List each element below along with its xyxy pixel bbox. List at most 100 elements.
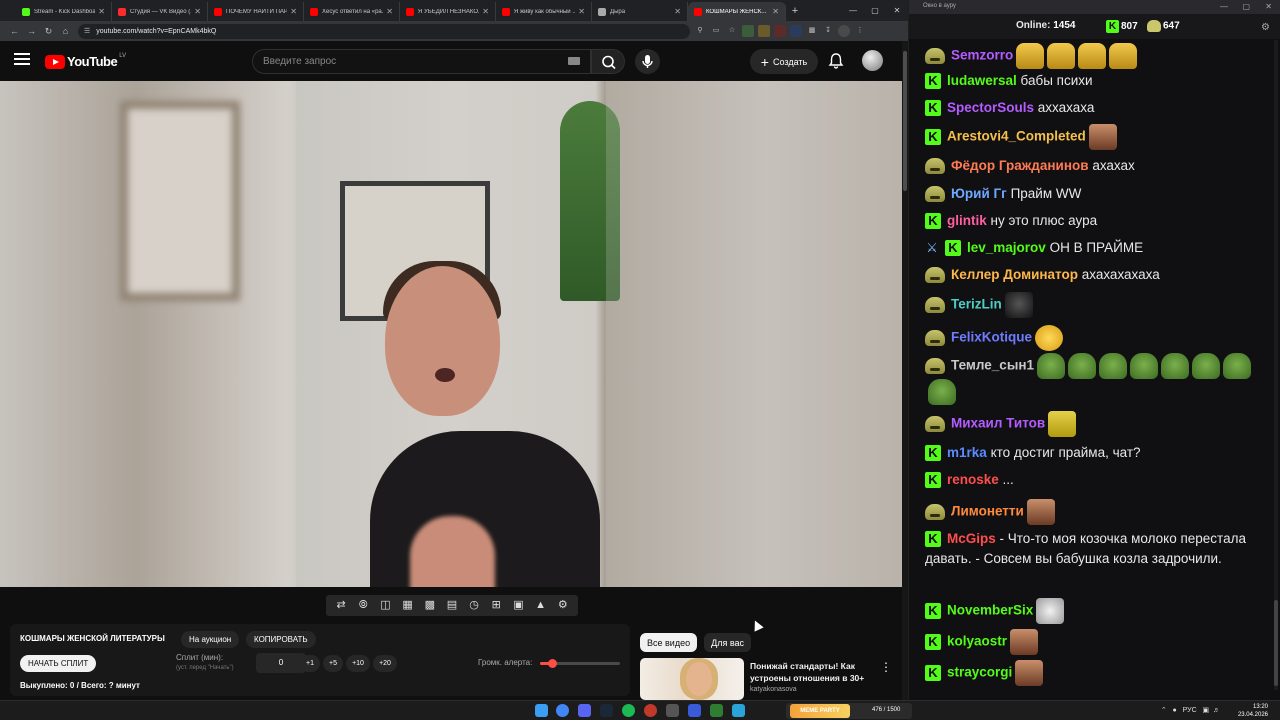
chat-scrollbar[interactable]: [1274, 40, 1278, 690]
increment-1-button[interactable]: +1: [300, 655, 320, 672]
profile-icon[interactable]: [838, 25, 850, 37]
tab-close-icon[interactable]: ✕: [482, 7, 489, 16]
chat-username[interactable]: NovemberSix: [947, 603, 1033, 618]
pepe-emote-icon[interactable]: [1161, 353, 1190, 379]
copy-button[interactable]: КОПИРОВАТЬ: [246, 631, 316, 648]
yellow-emote-icon[interactable]: [1048, 411, 1077, 437]
recommended-video-thumbnail[interactable]: [640, 658, 744, 700]
more-options-icon[interactable]: ⋮: [880, 660, 892, 674]
video-player[interactable]: [0, 81, 902, 587]
browser-tab[interactable]: Дыра ✕: [592, 2, 688, 21]
app-icon-blue[interactable]: [688, 704, 701, 717]
add-clip-icon[interactable]: ⊞: [489, 598, 504, 613]
picture-in-picture-icon[interactable]: ▩: [422, 598, 437, 613]
app-icon-gray[interactable]: [666, 704, 679, 717]
start-icon[interactable]: [535, 704, 548, 717]
chat-username[interactable]: lev_majorov: [967, 240, 1046, 255]
app-icon-green[interactable]: [710, 704, 723, 717]
subtitles-icon[interactable]: ▤: [444, 598, 459, 613]
chat-minimize-button[interactable]: —: [1220, 2, 1228, 11]
crown-emote-icon[interactable]: [1047, 43, 1076, 69]
pepe-emote-icon[interactable]: [1099, 353, 1128, 379]
youtube-logo[interactable]: YouTube LV: [45, 53, 126, 69]
chip-for-you[interactable]: Для вас: [704, 633, 751, 652]
steam-icon[interactable]: [600, 704, 613, 717]
microphone-tray-icon[interactable]: ●: [1173, 707, 1177, 714]
chat-username[interactable]: Лимонетти: [951, 504, 1024, 519]
dark-emote-icon[interactable]: [1004, 292, 1033, 318]
chat-username[interactable]: TerizLin: [951, 297, 1002, 312]
volume-icon[interactable]: ♬: [1213, 707, 1220, 714]
back-icon[interactable]: ←: [6, 23, 23, 40]
chip-all-videos[interactable]: Все видео: [640, 633, 698, 652]
recommended-video-title[interactable]: Понижай стандарты! Как устроены отношени…: [750, 660, 870, 684]
on-auction-button[interactable]: На аукцион: [181, 631, 240, 648]
alert-volume-slider[interactable]: [540, 659, 620, 668]
chat-username[interactable]: Semzorro: [951, 48, 1013, 63]
system-tray[interactable]: ⌃ ● РУС ▣ ♬: [1161, 706, 1220, 714]
chat-username[interactable]: SpectorSouls: [947, 100, 1034, 115]
face-emote-icon[interactable]: [1088, 124, 1117, 150]
keyboard-icon[interactable]: [568, 57, 580, 65]
crown-emote-icon[interactable]: [1016, 43, 1045, 69]
chat-username[interactable]: ludawersal: [947, 73, 1017, 88]
chat-username[interactable]: Юрий Гг: [951, 186, 1007, 201]
extension-icon-3[interactable]: [774, 25, 786, 37]
extension-icon-1[interactable]: [742, 25, 754, 37]
recommended-video-channel[interactable]: katyakonasova: [750, 686, 797, 693]
discord-icon[interactable]: [578, 704, 591, 717]
page-scrollbar[interactable]: [902, 41, 908, 700]
chevron-up-icon[interactable]: ⌃: [1161, 707, 1167, 714]
home-icon[interactable]: ⌂: [57, 23, 74, 40]
loop-icon[interactable]: ⇄: [334, 598, 349, 613]
chrome-icon[interactable]: [556, 704, 569, 717]
increment-5-button[interactable]: +5: [323, 655, 343, 672]
pepe-emote-icon[interactable]: [1223, 353, 1252, 379]
chat-settings-icon[interactable]: ⚙: [1261, 22, 1270, 33]
chat-username[interactable]: Фёдор Гражданинов: [951, 158, 1089, 173]
app-icon-red[interactable]: [644, 704, 657, 717]
chat-maximize-button[interactable]: ▢: [1242, 2, 1250, 11]
keyboard-language[interactable]: РУС: [1183, 707, 1197, 714]
tab-close-icon[interactable]: ✕: [290, 7, 297, 16]
chat-close-button[interactable]: ✕: [1265, 2, 1272, 11]
white-emote-icon[interactable]: [1036, 598, 1065, 624]
bookmark-star-icon[interactable]: ☆: [726, 25, 738, 37]
pepe-emote-icon[interactable]: [1068, 353, 1097, 379]
tab-close-icon[interactable]: ✕: [386, 7, 393, 16]
spotify-icon[interactable]: [622, 704, 635, 717]
broadcast-icon[interactable]: ⦾: [356, 598, 371, 613]
address-bar[interactable]: ☰ youtube.com/watch?v=EpnCAMk4bkQ: [78, 23, 690, 39]
alert-volume-handle[interactable]: [548, 659, 557, 668]
clapper-icon[interactable]: ▦: [400, 598, 415, 613]
chat-username[interactable]: McGips: [947, 531, 996, 546]
browser-tab[interactable]: Stream - Kick Dashboa... ✕: [16, 2, 112, 21]
start-split-button[interactable]: НАЧАТЬ СПЛИТ: [20, 655, 97, 672]
reload-icon[interactable]: ↻: [40, 23, 57, 40]
increment-20-button[interactable]: +20: [373, 655, 397, 672]
chat-username[interactable]: straycorgi: [947, 665, 1012, 680]
pepe-emote-icon[interactable]: [928, 379, 956, 405]
telegram-icon[interactable]: [732, 704, 745, 717]
create-button[interactable]: + Создать: [750, 49, 818, 74]
flask-icon[interactable]: ▲: [533, 598, 548, 613]
chat-username[interactable]: renoske: [947, 472, 999, 487]
browser-tab[interactable]: ПОЧЕМУ НАЙТИ ПАР... ✕: [208, 2, 304, 21]
chat-username[interactable]: m1rka: [947, 445, 987, 460]
chat-username[interactable]: FelixKotique: [951, 330, 1032, 345]
download-icon[interactable]: ↧: [822, 25, 834, 37]
browser-tab[interactable]: Я УБЕДИЛ НЕЗНАКО... ✕: [400, 2, 496, 21]
chat-username[interactable]: glintik: [947, 213, 987, 228]
pepe-emote-icon[interactable]: [1130, 353, 1159, 379]
menu-dots-icon[interactable]: ⋮: [854, 25, 866, 37]
browser-tab[interactable]: Студия — VK Видео (... ✕: [112, 2, 208, 21]
miniplayer-icon[interactable]: ◫: [378, 598, 393, 613]
chat-username[interactable]: Arestovi4_Completed: [947, 129, 1086, 144]
gear-icon[interactable]: ⚙: [555, 598, 570, 613]
extension-icon-2[interactable]: [758, 25, 770, 37]
face-emote-icon[interactable]: [1015, 660, 1044, 686]
browser-tab[interactable]: Хесус ответил на «ра... ✕: [304, 2, 400, 21]
search-input[interactable]: Введите запрос: [252, 49, 591, 74]
chat-username[interactable]: kolyaostr: [947, 634, 1007, 649]
meme-party-widget[interactable]: MEME PARTY 476 / 1500: [786, 703, 912, 719]
